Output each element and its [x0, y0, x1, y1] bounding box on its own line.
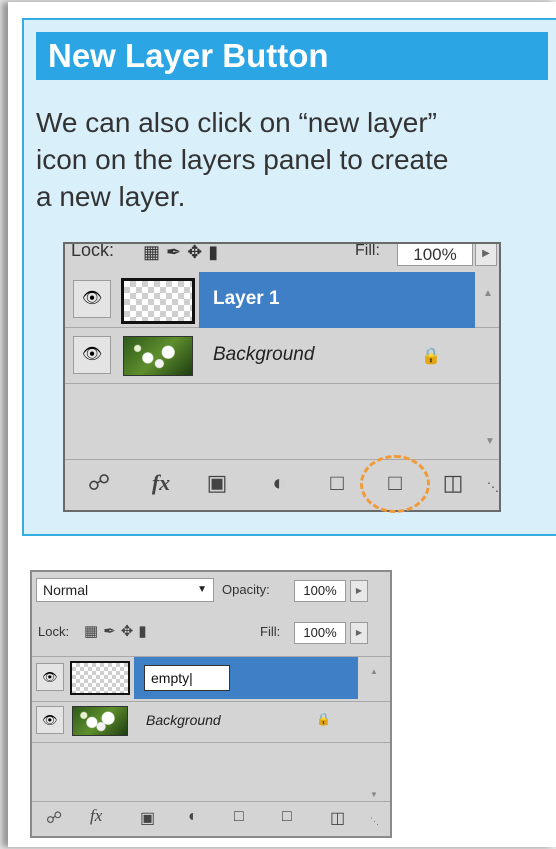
link-icon[interactable]: ☍ — [81, 470, 117, 496]
layers-panel-large: Lock: ▦✒✥▮ Fill: 100% ▶ 👁 Layer 1 ▲ 👁 Ba… — [63, 242, 501, 512]
background-thumbnail — [123, 336, 193, 376]
adjustment-icon[interactable]: ◐ — [261, 470, 297, 496]
eye-icon[interactable]: 👁 — [73, 280, 111, 318]
card-title: New Layer Button — [36, 32, 548, 80]
opacity-label: Opacity: — [222, 582, 270, 597]
folder-icon[interactable]: □ — [234, 808, 244, 826]
scroll-up-icon[interactable]: ▲ — [370, 667, 378, 676]
mask-icon[interactable]: ▣ — [140, 808, 155, 828]
lock-all-icon[interactable]: ▮ — [138, 623, 151, 640]
layer-thumbnail — [121, 278, 195, 324]
card-body-line: icon on the layers panel to create — [36, 144, 449, 175]
lock-move-icon[interactable]: ✥ — [121, 623, 139, 640]
trash-icon[interactable]: ◫ — [435, 470, 471, 496]
blend-mode-value: Normal — [43, 582, 89, 598]
selected-layer-highlight: Layer 1 — [199, 272, 475, 328]
lock-icons: ▦✒✥▮ — [84, 622, 152, 640]
link-icon[interactable]: ☍ — [46, 808, 62, 828]
resize-grip-icon[interactable]: ⋱ — [370, 816, 379, 827]
folder-icon[interactable]: □ — [319, 470, 355, 496]
lock-row: Lock: ▦✒✥▮ Fill: 100% ▶ — [65, 244, 499, 272]
layers-toolbar: ☍ fx ▣ ◐ □ □ ◫ ⋱ — [65, 459, 499, 510]
fx-icon[interactable]: fx — [90, 806, 102, 826]
chevron-down-icon: ▼ — [197, 584, 207, 595]
card-body-line: a new layer. — [36, 181, 186, 212]
card-body: We can also click on “new layer” icon on… — [36, 104, 556, 215]
blend-mode-select[interactable]: Normal ▼ — [36, 578, 214, 602]
layer-name[interactable]: Background — [213, 344, 314, 366]
layer-name-value: empty — [151, 670, 190, 686]
lock-move-icon[interactable]: ✥ — [187, 244, 208, 262]
layer-thumbnail — [70, 661, 130, 695]
adjustment-icon[interactable]: ◐ — [188, 808, 198, 826]
card-body-line: We can also click on “new layer” — [36, 107, 437, 138]
scroll-up-icon[interactable]: ▲ — [483, 288, 493, 299]
eye-icon[interactable]: 👁 — [36, 663, 64, 691]
layer-row-background[interactable]: 👁 Background 🔒 — [32, 700, 390, 743]
lock-icon: 🔒 — [316, 712, 331, 726]
fill-input[interactable]: 100% — [397, 244, 473, 266]
fx-icon[interactable]: fx — [143, 470, 179, 496]
lock-label: Lock: — [71, 242, 115, 260]
lock-transparent-icon[interactable]: ▦ — [143, 244, 166, 262]
mask-icon[interactable]: ▣ — [199, 470, 235, 496]
opacity-arrow-button[interactable]: ▶ — [350, 580, 368, 602]
lock-all-icon[interactable]: ▮ — [208, 244, 224, 262]
resize-grip-icon[interactable]: ⋱ — [475, 480, 499, 494]
background-thumbnail — [72, 706, 128, 736]
opacity-input[interactable]: 100% — [294, 580, 346, 602]
layer-row-background[interactable]: 👁 Background 🔒 — [65, 328, 499, 384]
layer-row-layer1[interactable]: 👁 Layer 1 ▲ — [65, 272, 499, 328]
text-cursor: | — [189, 670, 193, 686]
lock-label: Lock: — [38, 624, 70, 639]
lock-brush-icon[interactable]: ✒ — [166, 244, 187, 262]
fill-arrow-button[interactable]: ▶ — [475, 244, 497, 266]
scroll-down-icon[interactable]: ▼ — [485, 436, 495, 447]
scroll-down-icon[interactable]: ▼ — [370, 790, 378, 799]
lock-transparent-icon[interactable]: ▦ — [84, 623, 103, 640]
eye-icon[interactable]: 👁 — [73, 336, 111, 374]
eye-icon[interactable]: 👁 — [36, 706, 64, 734]
fill-input[interactable]: 100% — [294, 622, 346, 644]
fill-label: Fill: — [260, 624, 281, 639]
layer-row-new[interactable]: 👁 empty| ▲ — [32, 656, 390, 702]
layers-toolbar: ☍ fx ▣ ◐ □ □ ◫ ⋱ — [32, 801, 390, 836]
lock-icons: ▦✒✥▮ — [143, 244, 224, 263]
fill-label: Fill: — [355, 242, 380, 259]
lock-brush-icon[interactable]: ✒ — [103, 623, 121, 640]
new-layer-highlight — [360, 455, 430, 513]
layer-name-input[interactable]: empty| — [144, 665, 230, 691]
layers-panel-small: Normal ▼ Opacity: 100% ▶ Lock: ▦✒✥▮ Fill… — [30, 570, 392, 838]
new-layer-icon[interactable]: □ — [282, 808, 292, 826]
trash-icon[interactable]: ◫ — [330, 808, 345, 828]
fill-arrow-button[interactable]: ▶ — [350, 622, 368, 644]
selected-layer-highlight: empty| — [134, 657, 358, 699]
lock-icon: 🔒 — [421, 348, 441, 365]
layer-name[interactable]: Background — [146, 712, 221, 728]
layer-name[interactable]: Layer 1 — [213, 288, 280, 310]
